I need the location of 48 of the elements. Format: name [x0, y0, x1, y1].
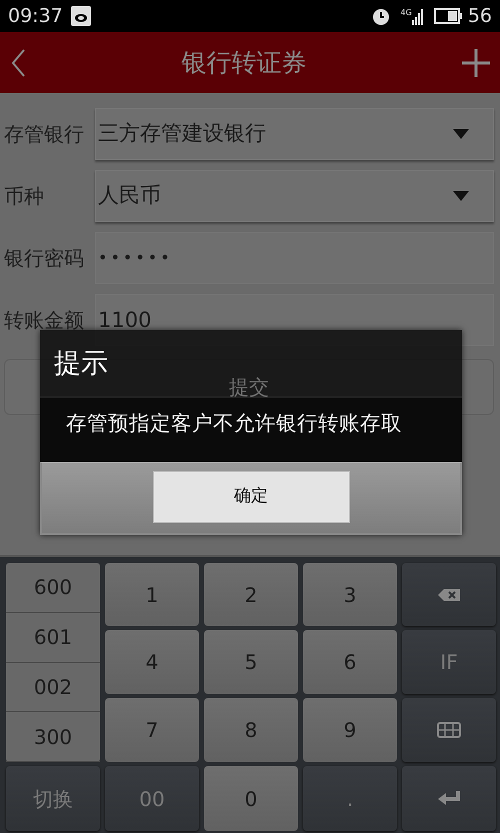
dropdown-field[interactable]: 人民币	[95, 170, 494, 222]
key[interactable]: IF	[402, 630, 496, 694]
key[interactable]: 4	[105, 630, 199, 694]
field-label: 银行密码	[4, 245, 85, 272]
shortcut-key[interactable]: 300	[6, 712, 100, 762]
field-label: 存管银行	[4, 121, 85, 148]
signal-icon	[412, 7, 424, 25]
key[interactable]: 6	[303, 630, 397, 694]
dialog-message: 存管预指定客户不允许银行转账存取	[40, 398, 462, 462]
keyboard-icon	[437, 722, 461, 738]
key[interactable]	[402, 563, 496, 626]
key[interactable]: 切换	[6, 766, 100, 831]
key[interactable]: 7	[105, 698, 199, 762]
key[interactable]: .	[303, 766, 397, 831]
dropdown-icon	[453, 191, 469, 201]
key[interactable]: 2	[204, 563, 298, 626]
enter-icon	[438, 791, 460, 806]
page-title: 银行转证券	[182, 46, 306, 79]
clock-text: 09:37	[8, 4, 63, 29]
key[interactable]: 9	[303, 698, 397, 762]
key[interactable]: 1	[105, 563, 199, 626]
alarm-icon	[370, 6, 391, 26]
key[interactable]: 3	[303, 563, 397, 626]
battery-text: 56	[468, 4, 492, 29]
key[interactable]: 5	[204, 630, 298, 694]
backspace-icon	[438, 588, 460, 602]
key[interactable]: 00	[105, 766, 199, 831]
add-button[interactable]	[462, 48, 490, 76]
key[interactable]	[402, 766, 496, 831]
dropdown-value: 三方存管建设银行	[98, 120, 266, 148]
dropdown-field[interactable]: 三方存管建设银行	[95, 108, 494, 160]
key[interactable]: 0	[204, 766, 298, 831]
shortcut-key[interactable]: 600	[6, 563, 100, 613]
key[interactable]	[402, 698, 496, 762]
dropdown-icon	[453, 129, 469, 139]
confirm-button[interactable]: 确定	[152, 471, 350, 523]
battery-icon	[434, 8, 462, 24]
password-field[interactable]: ••••••	[95, 232, 494, 284]
key[interactable]: 8	[204, 698, 298, 762]
shortcut-key[interactable]: 601	[6, 612, 100, 662]
shortcut-key[interactable]: 002	[6, 662, 100, 712]
network-text: 4G	[400, 7, 412, 19]
back-icon	[10, 48, 26, 78]
plus-icon	[462, 48, 490, 76]
field-label: 币种	[4, 183, 45, 210]
back-button[interactable]	[10, 48, 26, 78]
dropdown-value: 人民币	[98, 182, 161, 210]
field-label: 转账金额	[4, 307, 85, 334]
